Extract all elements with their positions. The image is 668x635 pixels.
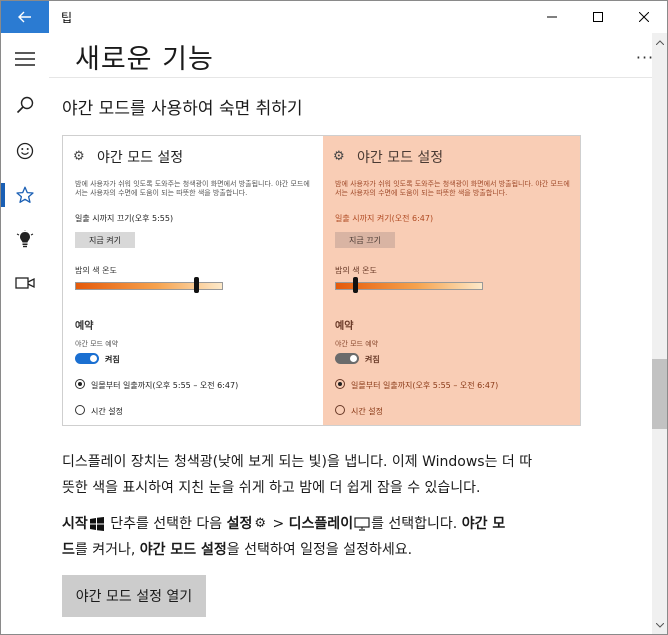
close-button[interactable] bbox=[621, 1, 667, 33]
panel-schedule-label: 야간 모드 예약 bbox=[75, 340, 119, 348]
gear-icon: ⚙ bbox=[333, 149, 345, 164]
gear-icon: ⚙ bbox=[73, 149, 85, 164]
panel-until-text: 일출 시까지 켜기(오전 6:47) bbox=[335, 214, 434, 223]
panel-radio-sunset-text: 일몰부터 일출까지(오후 5:55 – 오전 6:47) bbox=[91, 381, 239, 390]
back-button[interactable] bbox=[1, 1, 49, 33]
article-title: 야간 모드를 사용하여 숙면 취하기 bbox=[62, 99, 303, 119]
start-text: 시작 bbox=[62, 516, 88, 532]
video-camera-icon bbox=[15, 277, 35, 289]
display-text: 디스플레이 bbox=[288, 516, 354, 532]
gear-icon: ⚙ bbox=[254, 516, 267, 531]
hamburger-menu-button[interactable] bbox=[1, 37, 49, 81]
panel-color-temp-slider bbox=[75, 282, 223, 290]
app-title: 팁 bbox=[61, 11, 73, 25]
illustration-panel-night: ⚙ 야간 모드 설정 밤에 사용자가 쉬워 잇도록 도와주는 청색광이 화면에서… bbox=[323, 136, 580, 425]
panel-radio-set-hours-text: 시간 설정 bbox=[351, 407, 383, 416]
description-line-2: 뜻한 색을 표시하여 지친 눈을 쉬게 하고 밤에 더 쉽게 잠을 수 있습니다… bbox=[62, 480, 481, 496]
minimize-icon bbox=[547, 16, 557, 18]
panel-toggle bbox=[75, 353, 99, 364]
nav-videos[interactable] bbox=[1, 261, 49, 305]
night-mode-settings-text: 야간 모드 설정 bbox=[139, 542, 227, 558]
illustration-panel-day: ⚙ 야간 모드 설정 밤에 사용자가 쉬워 잇도록 도와주는 청색광이 화면에서… bbox=[63, 136, 323, 425]
chevron-down-icon bbox=[655, 622, 664, 628]
panel-radio-set-hours bbox=[75, 405, 85, 415]
scroll-down-button[interactable] bbox=[652, 616, 667, 634]
nav-search[interactable] bbox=[1, 83, 49, 127]
panel-toggle-text: 켜짐 bbox=[105, 355, 120, 364]
star-icon bbox=[16, 186, 34, 203]
instructions-text-3: 를 선택합니다. bbox=[371, 516, 462, 532]
panel-slider-thumb bbox=[194, 277, 199, 293]
panel-title: 야간 모드 설정 bbox=[357, 150, 444, 166]
close-icon bbox=[639, 12, 649, 22]
panel-description: 밤에 사용자가 쉬워 잇도록 도와주는 청색광이 화면에서 방출됩니다. 야간 … bbox=[75, 180, 310, 197]
panel-radio-sunset bbox=[335, 379, 345, 389]
maximize-button[interactable] bbox=[575, 1, 621, 33]
page-title: 새로운 기능 bbox=[75, 44, 214, 75]
panel-title: 야간 모드 설정 bbox=[97, 150, 184, 166]
smiley-icon bbox=[16, 142, 34, 160]
panel-schedule-heading: 예약 bbox=[335, 321, 354, 332]
panel-radio-sunset-text: 일몰부터 일출까지(오후 5:55 – 오전 6:47) bbox=[351, 381, 499, 390]
description-paragraph: 디스플레이 장치는 청색광(낮에 보게 되는 빛)을 냅니다. 이제 Windo… bbox=[62, 449, 602, 501]
open-night-light-settings-button[interactable]: 야간 모드 설정 열기 bbox=[62, 575, 206, 617]
settings-text: 설정 bbox=[226, 516, 253, 532]
night-light-illustration: ⚙ 야간 모드 설정 밤에 사용자가 쉬워 잇도록 도와주는 청색광이 화면에서… bbox=[62, 135, 581, 426]
chevron-up-icon bbox=[655, 39, 664, 45]
search-icon bbox=[16, 96, 34, 114]
title-bar: 팁 bbox=[1, 1, 667, 33]
panel-toggle bbox=[335, 353, 359, 364]
instructions-text-2: > bbox=[268, 516, 289, 532]
panel-radio-set-hours-text: 시간 설정 bbox=[91, 407, 123, 416]
lightbulb-icon bbox=[16, 230, 34, 248]
panel-turn-on-button: 지금 켜기 bbox=[75, 232, 135, 248]
windows-logo-icon bbox=[89, 517, 104, 531]
scrollbar-thumb[interactable] bbox=[652, 359, 667, 429]
vertical-scrollbar[interactable] bbox=[652, 33, 667, 634]
minimize-button[interactable] bbox=[529, 1, 575, 33]
panel-radio-sunset bbox=[75, 379, 85, 389]
night-mode-text-cont: 드 bbox=[62, 542, 75, 558]
hamburger-menu-icon bbox=[15, 52, 35, 66]
instructions-text-4: 를 켜거나, bbox=[74, 542, 140, 558]
monitor-icon bbox=[354, 517, 370, 531]
article-content: 야간 모드를 사용하여 숙면 취하기 ⚙ 야간 모드 설정 밤에 사용자가 쉬워… bbox=[49, 78, 652, 634]
panel-color-temp-label: 밤의 색 온도 bbox=[75, 266, 117, 275]
back-arrow-icon bbox=[18, 11, 31, 23]
instructions-text-5: 을 선택하여 일정을 설정하세요. bbox=[226, 542, 413, 558]
night-mode-text: 야간 모 bbox=[461, 516, 506, 532]
panel-until-text: 일출 시까지 끄기(오후 5:55) bbox=[75, 214, 174, 223]
panel-schedule-heading: 예약 bbox=[75, 321, 94, 332]
instructions-text-1: 단추를 선택한 다음 bbox=[105, 516, 227, 532]
description-line-1: 디스플레이 장치는 청색광(낮에 보게 되는 빛)을 냅니다. 이제 Windo… bbox=[62, 454, 533, 470]
left-nav bbox=[1, 33, 49, 634]
tips-window: 팁 새로운 기능 ··· 야간 모드를 사용하여 숙면 취하기 ⚙ 야간 모드 … bbox=[0, 0, 668, 635]
panel-radio-set-hours bbox=[335, 405, 345, 415]
scroll-up-button[interactable] bbox=[652, 33, 667, 51]
nav-whats-new[interactable] bbox=[1, 173, 49, 217]
maximize-icon bbox=[593, 12, 603, 22]
panel-slider-thumb bbox=[353, 277, 358, 293]
panel-turn-off-button: 지금 끄기 bbox=[335, 232, 395, 248]
panel-description: 밤에 사용자가 쉬워 잇도록 도와주는 청색광이 화면에서 방출됩니다. 야간 … bbox=[335, 180, 570, 197]
nav-tips[interactable] bbox=[1, 217, 49, 261]
panel-schedule-label: 야간 모드 예약 bbox=[335, 340, 379, 348]
instructions-line-1: 시작 단추를 선택한 다음 설정 ⚙ > 디스플레이 를 선택합니다. 야간 모 bbox=[62, 511, 602, 537]
instructions-line-2: 드를 켜거나, 야간 모드 설정을 선택하여 일정을 설정하세요. bbox=[62, 537, 602, 563]
instructions-paragraph: 시작 단추를 선택한 다음 설정 ⚙ > 디스플레이 를 선택합니다. 야간 모 드… bbox=[62, 511, 602, 563]
nav-get-started[interactable] bbox=[1, 129, 49, 173]
panel-toggle-text: 켜짐 bbox=[365, 355, 380, 364]
panel-color-temp-label: 밤의 색 온도 bbox=[335, 266, 377, 275]
